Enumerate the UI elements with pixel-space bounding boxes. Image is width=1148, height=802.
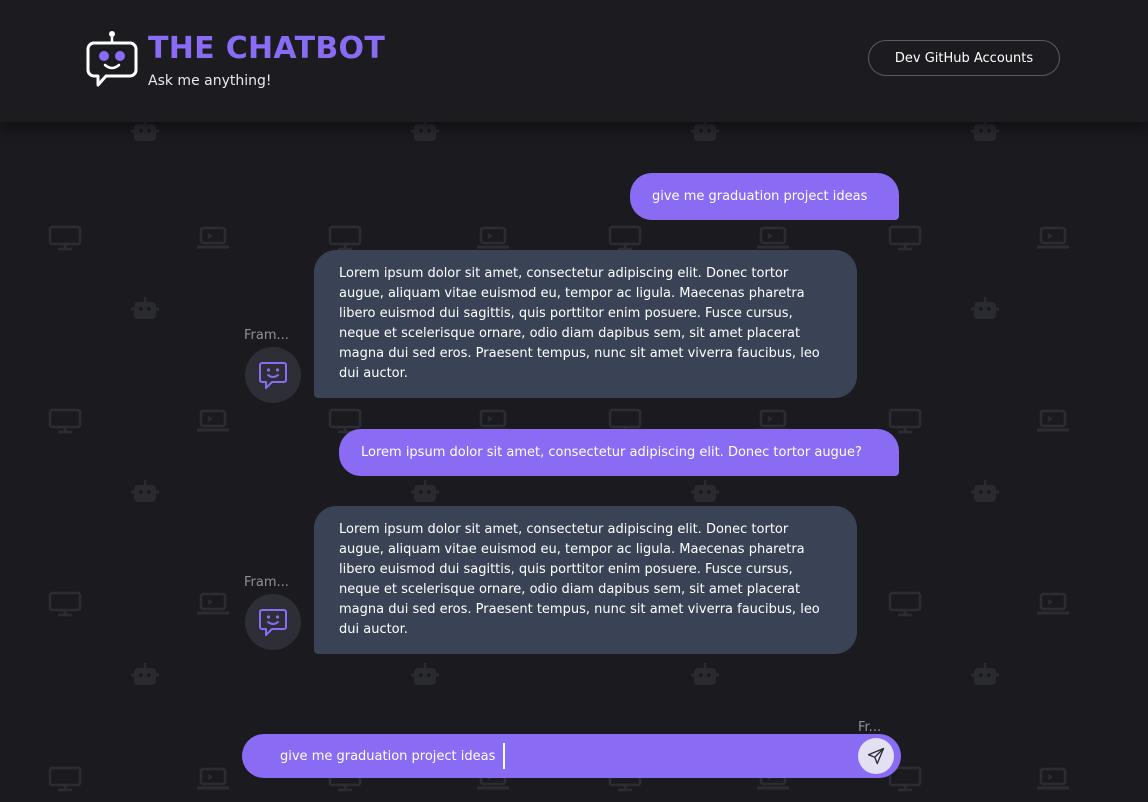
smiley-chat-icon	[259, 609, 287, 636]
laptop-pattern-icon	[1036, 408, 1070, 434]
laptop-pattern-icon	[476, 225, 510, 251]
bot-message-line: augue, aliquam vitae euismod eu, tempor …	[339, 286, 805, 301]
monitor-pattern-icon	[48, 591, 82, 617]
bot-message: Lorem ipsum dolor sit amet, consectetur …	[314, 506, 857, 654]
user-message: Lorem ipsum dolor sit amet, consectetur …	[339, 429, 899, 476]
app-header: THE CHATBOT Ask me anything! Dev GitHub …	[0, 0, 1148, 122]
bot-sender-name: Fram...	[244, 575, 289, 590]
laptop-pattern-icon	[1036, 591, 1070, 617]
laptop-pattern-icon	[196, 408, 230, 434]
app-title: THE CHATBOT	[148, 31, 386, 66]
robot-pattern-icon	[688, 662, 722, 688]
bot-message-line: magna dui sed eros. Praesent tempus, nun…	[339, 346, 820, 361]
monitor-pattern-icon	[48, 225, 82, 251]
chat-page: THE CHATBOT Ask me anything! Dev GitHub …	[0, 0, 1148, 802]
laptop-pattern-icon	[1036, 225, 1070, 251]
laptop-pattern-icon	[756, 225, 790, 251]
bot-message-line: neque et scelerisque ornare, odio diam d…	[339, 326, 801, 341]
bot-avatar	[245, 594, 301, 650]
message-composer	[242, 734, 901, 778]
robot-pattern-icon	[408, 662, 442, 688]
bot-message: Lorem ipsum dolor sit amet, consectetur …	[314, 250, 857, 398]
robot-pattern-icon	[688, 479, 722, 505]
monitor-pattern-icon	[888, 591, 922, 617]
laptop-pattern-icon	[196, 766, 230, 792]
monitor-pattern-icon	[48, 408, 82, 434]
monitor-pattern-icon	[608, 225, 642, 251]
laptop-pattern-icon	[196, 225, 230, 251]
laptop-pattern-icon	[1036, 766, 1070, 792]
bot-message-line: Lorem ipsum dolor sit amet, consectetur …	[339, 522, 789, 537]
robot-pattern-icon	[968, 296, 1002, 322]
robot-pattern-icon	[968, 662, 1002, 688]
bot-message-line: magna dui sed eros. Praesent tempus, nun…	[339, 602, 820, 617]
send-button[interactable]	[858, 738, 894, 774]
message-input[interactable]	[280, 734, 840, 778]
robot-pattern-icon	[128, 296, 162, 322]
app-subtitle: Ask me anything!	[148, 73, 272, 89]
monitor-pattern-icon	[48, 766, 82, 792]
text-caret	[503, 743, 505, 769]
robot-pattern-icon	[408, 479, 442, 505]
laptop-pattern-icon	[196, 591, 230, 617]
bot-message-line: neque et scelerisque ornare, odio diam d…	[339, 582, 801, 597]
send-icon	[867, 747, 885, 765]
bot-message-line: Lorem ipsum dolor sit amet, consectetur …	[339, 266, 789, 281]
user-message: give me graduation project ideas	[630, 173, 899, 220]
bot-message-line: augue, aliquam vitae euismod eu, tempor …	[339, 542, 805, 557]
bot-sender-name: Fram...	[244, 328, 289, 343]
bot-message-line: libero euismod dui sagittis, quis portti…	[339, 562, 793, 577]
robot-pattern-icon	[968, 479, 1002, 505]
bot-avatar	[245, 347, 301, 403]
robot-chat-icon	[86, 30, 138, 88]
bot-message-line: dui auctor.	[339, 622, 408, 637]
robot-pattern-icon	[128, 662, 162, 688]
dev-github-accounts-button[interactable]: Dev GitHub Accounts	[868, 40, 1060, 76]
monitor-pattern-icon	[888, 408, 922, 434]
smiley-chat-icon	[259, 362, 287, 389]
robot-pattern-icon	[128, 479, 162, 505]
monitor-pattern-icon	[888, 225, 922, 251]
monitor-pattern-icon	[328, 225, 362, 251]
bot-message-line: libero euismod dui sagittis, quis portti…	[339, 306, 793, 321]
bot-message-line: dui auctor.	[339, 366, 408, 381]
